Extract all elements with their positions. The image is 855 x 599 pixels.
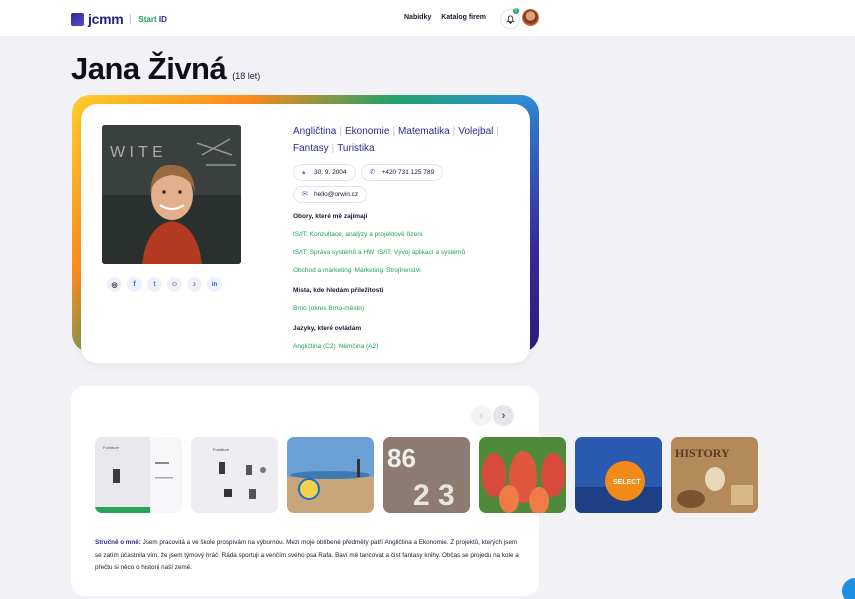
languages-heading: Jazyky, které ovládám (293, 325, 362, 332)
gallery-thumbnail[interactable]: Furniture (95, 437, 182, 513)
interests-list: Angličtina | Ekonomie | Matematika | Volejbal |… (293, 126, 499, 154)
interest-item: Angličtina (293, 126, 337, 137)
svg-text:Furniture: Furniture (213, 447, 230, 452)
social-links: ◎ f t ☺ ♪ in (107, 277, 222, 292)
profile-name: Jana Živná (71, 51, 227, 86)
about-text: Jsem pracovitá a ve škole prospívám na v… (95, 539, 519, 571)
birthdate-chip: ▴ 30. 9. 2004 (293, 164, 356, 181)
places-heading: Místa, kde hledám příležitosti (293, 287, 384, 294)
svg-text:Furniture: Furniture (103, 445, 120, 450)
top-navigation-bar: jcmm Start ID Nabídky Katalog firem 0 (0, 0, 855, 36)
page-title: Jana Živná (18 let) (71, 51, 260, 87)
language-tag: Angličtina (C2) (293, 343, 336, 350)
mail-icon: ✉ (302, 191, 308, 198)
svg-text:2 3: 2 3 (413, 479, 455, 512)
instagram-icon[interactable]: ◎ (107, 277, 122, 292)
gallery-thumbnail[interactable]: 86 2 3 (383, 437, 470, 513)
field-tag: IS/IT: Správa systémů a HW (293, 249, 375, 256)
phone-icon: ✆ (369, 169, 376, 176)
gallery-thumbnail[interactable]: Furniture (191, 437, 278, 513)
field-tag: Strojírenství (386, 267, 421, 274)
site-logo[interactable]: jcmm Start ID (71, 11, 167, 27)
fields-section: Obory, které mě zajímají IS/IT: Konzulta… (293, 213, 523, 277)
svg-text:HISTORY: HISTORY (675, 446, 730, 460)
nav-company-catalog[interactable]: Katalog firem (441, 14, 486, 21)
profile-age: (18 let) (232, 71, 261, 81)
profile-photo: W I T E (102, 125, 241, 264)
cake-icon: ▴ (302, 169, 306, 176)
chevron-right-icon: › (501, 409, 506, 422)
about-me: Stručně o mně: Jsem pracovitá a ve škole… (95, 537, 525, 575)
logo-start: Start ID (138, 14, 167, 24)
notification-count-badge: 0 (513, 8, 519, 14)
chevron-left-icon: ‹ (479, 409, 484, 422)
fields-heading: Obory, které mě zajímají (293, 213, 368, 220)
gallery-thumbnails: Furniture Furniture 86 2 3 SELECT HISTORY (95, 437, 758, 513)
svg-text:86: 86 (387, 443, 416, 473)
chat-widget-button[interactable] (842, 578, 855, 599)
interest-item: Matematika (398, 126, 450, 137)
gallery-thumbnail[interactable]: SELECT (575, 437, 662, 513)
profile-info: Angličtina | Ekonomie | Matematika | Volejbal |… (293, 123, 523, 353)
gallery-thumbnail[interactable] (287, 437, 374, 513)
phone-chip[interactable]: ✆ +420 731 125 789 (360, 164, 444, 181)
tiktok-icon[interactable]: ♪ (187, 277, 202, 292)
notifications-button[interactable]: 0 (500, 8, 520, 29)
interest-item: Ekonomie (344, 126, 390, 137)
field-tag: IS/IT: Vývoj aplikací a systémů (377, 249, 466, 256)
logo-cube-icon (71, 12, 84, 26)
about-label: Stručně o mně: (95, 539, 141, 546)
interest-item: Volejbal (458, 126, 494, 137)
gallery-next-button[interactable]: › (493, 405, 514, 426)
email-chip[interactable]: ✉ hello@orwin.cz (293, 186, 368, 203)
nav-offers[interactable]: Nabídky (404, 14, 431, 21)
interest-item: Turistika (337, 143, 375, 154)
user-avatar[interactable] (522, 9, 539, 26)
field-tag: Obchod a marketing (293, 267, 352, 274)
facebook-icon[interactable]: f (127, 277, 142, 292)
field-tag: IS/IT: Konzultace, analýzy a projektové … (293, 231, 423, 238)
gallery-thumbnail[interactable] (479, 437, 566, 513)
logo-text: jcmm (88, 11, 124, 27)
field-tag: Marketing (354, 267, 384, 274)
svg-text:SELECT: SELECT (613, 479, 641, 486)
interest-item: Fantasy (293, 143, 329, 154)
linkedin-icon[interactable]: in (207, 277, 222, 292)
language-tag: Němčina (A2) (338, 343, 379, 350)
gallery-thumbnail[interactable]: HISTORY (671, 437, 758, 513)
snapchat-icon[interactable]: ☺ (167, 277, 182, 292)
nav-links: Nabídky Katalog firem (404, 14, 486, 21)
svg-text:W I T E: W I T E (110, 144, 163, 161)
place-tag: Brno (okres Brno-město) (293, 305, 365, 312)
twitter-icon[interactable]: t (147, 277, 162, 292)
contact-chips: ▴ 30. 9. 2004 ✆ +420 731 125 789 ✉ hello@or… (293, 164, 493, 203)
languages-section: Jazyky, které ovládám Angličtina (C2) Něm… (293, 325, 523, 353)
bell-icon (505, 14, 515, 24)
places-section: Místa, kde hledám příležitosti Brno (okr… (293, 287, 523, 315)
logo-divider (130, 14, 132, 24)
gallery-prev-button[interactable]: ‹ (471, 405, 492, 426)
